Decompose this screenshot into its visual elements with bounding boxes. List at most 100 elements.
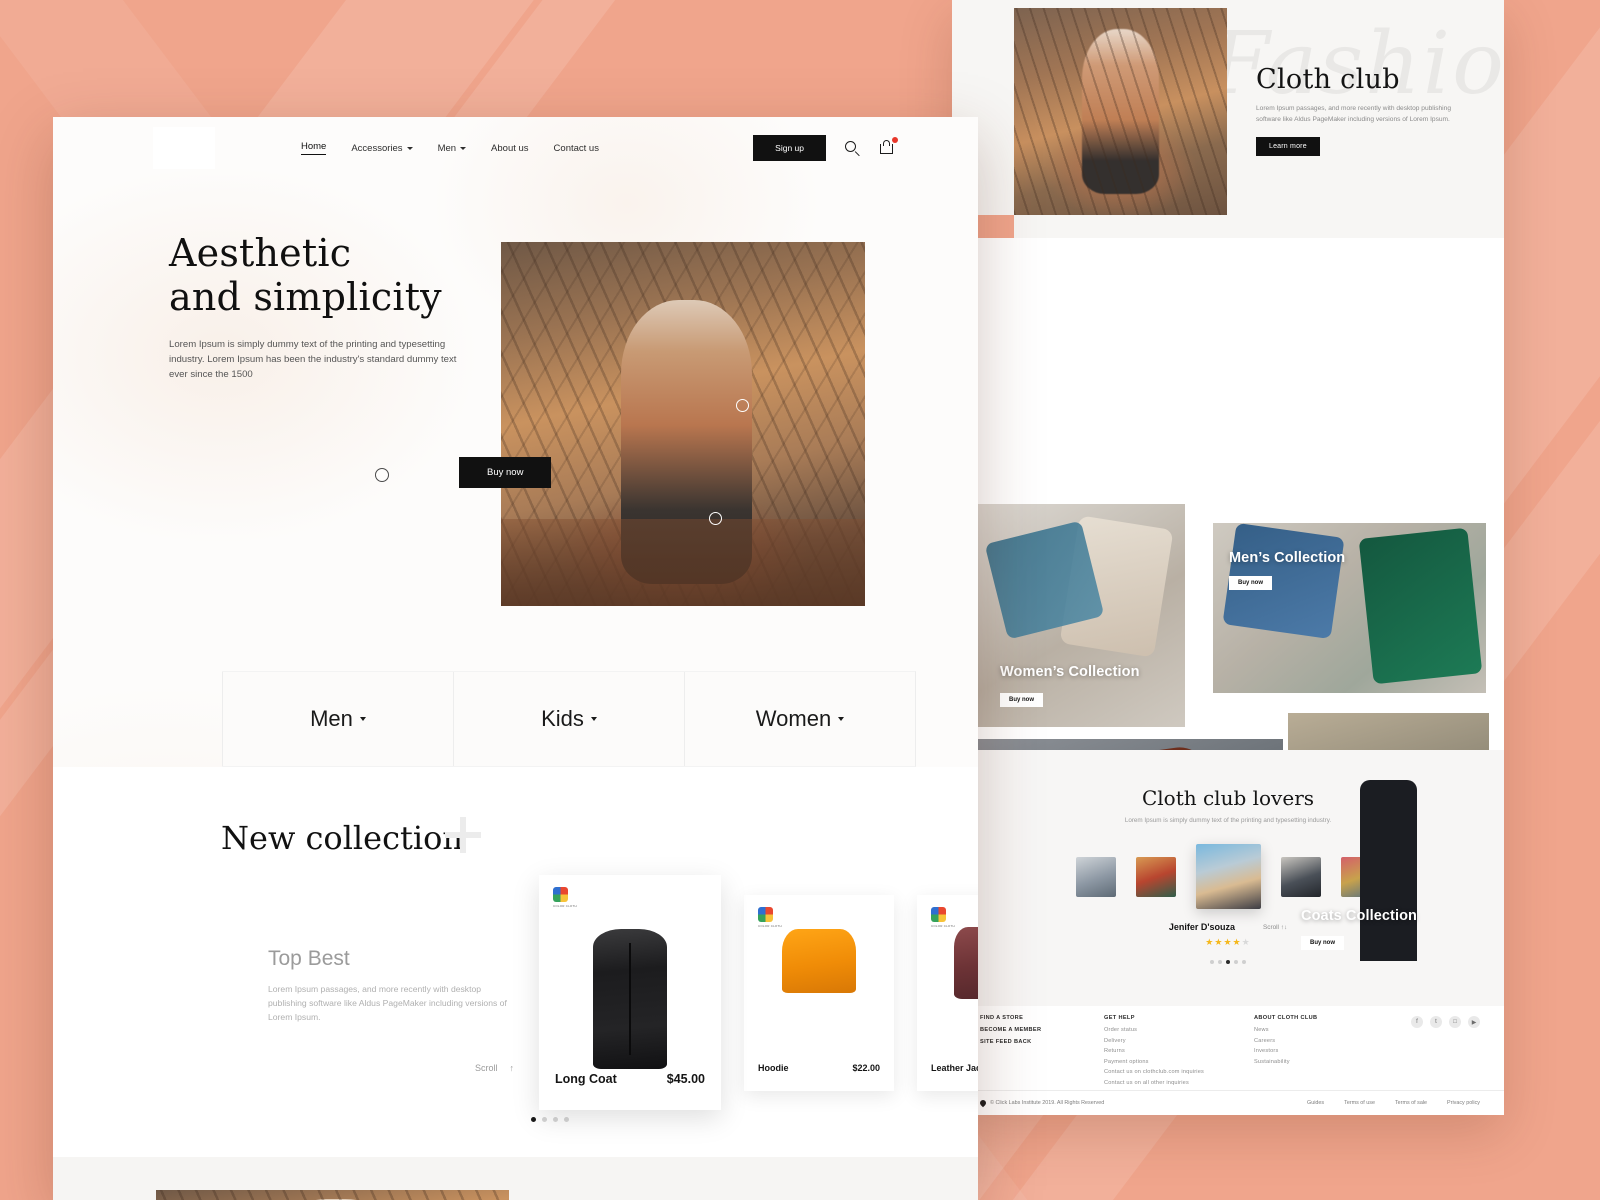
footer-link[interactable]: Sustainability: [1254, 1059, 1404, 1065]
search-icon[interactable]: [844, 140, 861, 157]
footer-link[interactable]: Delivery: [1104, 1038, 1254, 1044]
footer-heading: GET HELP: [1104, 1015, 1135, 1021]
avatar[interactable]: [1135, 856, 1176, 897]
facebook-icon[interactable]: f: [1411, 1016, 1423, 1028]
product-meta: Leather Jacket $4: [917, 1063, 978, 1091]
navbar-actions: Sign up: [753, 135, 898, 161]
product-meta: Hoodie $22.00: [744, 1063, 894, 1091]
nav-item-about-us[interactable]: About us: [491, 143, 529, 154]
hero-hotspot-marker[interactable]: [709, 512, 722, 525]
avatar-active[interactable]: [1195, 844, 1261, 909]
testimonials-title: Cloth club lovers: [1141, 786, 1315, 810]
collection-buy-now-button[interactable]: Buy now: [1229, 576, 1272, 590]
product-scroll-hint[interactable]: Scroll ↑: [475, 1063, 514, 1073]
chevron-down-icon: [460, 146, 467, 150]
chevron-down-icon: [838, 717, 845, 721]
cart-badge: [892, 136, 898, 143]
footer-link[interactable]: Careers: [1254, 1038, 1404, 1044]
legal-link-terms-of-sale[interactable]: Terms of sale: [1395, 1100, 1427, 1106]
nav-item-label: Accessories: [351, 142, 403, 154]
product-image-hoodie: [782, 929, 856, 993]
footer-link[interactable]: Order status: [1104, 1027, 1254, 1033]
carousel-dot[interactable]: [553, 1117, 558, 1122]
nav-item-accessories[interactable]: Accessories: [351, 142, 413, 154]
testimonial-scroll-hint[interactable]: Scroll ↑↓: [1263, 924, 1287, 931]
product-brand: COLOR CLOTH: [758, 907, 794, 928]
sign-up-button[interactable]: Sign up: [753, 135, 826, 161]
star-empty-icon: ★: [1241, 937, 1251, 947]
collection-card-womens[interactable]: Women’s Collection Buy now: [978, 504, 1185, 727]
testimonial-pagination-dots[interactable]: [952, 960, 1504, 964]
collection-card-label: Men’s Collection: [1229, 550, 1346, 566]
footer-heading: ABOUT CLOTH CLUB: [1254, 1015, 1318, 1021]
category-tab-label: Kids: [541, 706, 584, 731]
footer-link[interactable]: News: [1254, 1027, 1404, 1033]
right-hero-section: Fashion Cloth club Lorem Ipsum passages,…: [952, 0, 1504, 238]
hero-copy: Aesthetic and simplicity Lorem Ipsum is …: [169, 231, 469, 383]
youtube-icon[interactable]: ▶: [1468, 1016, 1480, 1028]
right-hero-image: [1014, 8, 1227, 215]
hero-section: Aesthetic and simplicity Lorem Ipsum is …: [53, 179, 978, 606]
product-card[interactable]: COLOR CLOTH Long Coat $45.00: [539, 875, 721, 1110]
nav-item-label: About us: [491, 142, 529, 154]
footer-link[interactable]: SITE FEED BACK: [980, 1039, 1104, 1045]
carousel-dot[interactable]: [1226, 960, 1230, 964]
copyright-text: © Click Labs Institute 2019. All Rights …: [990, 1100, 1105, 1106]
carousel-dot[interactable]: [542, 1117, 547, 1122]
carousel-dot[interactable]: [1242, 960, 1246, 964]
instagram-icon[interactable]: □: [1449, 1016, 1461, 1028]
bottom-section-image: [156, 1190, 509, 1200]
chevron-down-icon: [406, 146, 413, 150]
footer-column-about: ABOUT CLOTH CLUB News Careers Investors …: [1254, 1015, 1404, 1090]
top-best-heading: Top Best: [268, 947, 350, 970]
collection-card-label: Coats Collection: [1301, 908, 1417, 924]
carousel-dot[interactable]: [531, 1117, 536, 1122]
legal-link-guides[interactable]: Guides: [1307, 1100, 1324, 1106]
navbar: Home Accessories Men About us Contact us…: [53, 117, 978, 179]
category-tab-men[interactable]: Men: [222, 672, 453, 766]
testimonials-subtitle: Lorem Ipsum is simply dummy text of the …: [1124, 817, 1332, 824]
cart-icon[interactable]: [879, 136, 898, 157]
category-tab-kids[interactable]: Kids: [453, 672, 684, 766]
brand-name: COLOR CLOTH: [931, 924, 955, 928]
nav-item-contact-us[interactable]: Contact us: [554, 143, 599, 154]
footer-link[interactable]: Returns: [1104, 1048, 1254, 1054]
product-carousel-dots[interactable]: [531, 1117, 569, 1122]
carousel-dot[interactable]: [1234, 960, 1238, 964]
hero-hotspot-marker[interactable]: [736, 399, 749, 412]
legal-link-privacy-policy[interactable]: Privacy policy: [1447, 1100, 1480, 1106]
product-card[interactable]: COLOR CLOTH Hoodie $22.00: [744, 895, 894, 1091]
legal-link-terms-of-use[interactable]: Terms of use: [1344, 1100, 1375, 1106]
testimonials-section: Cloth club lovers Lorem Ipsum is simply …: [952, 750, 1504, 1006]
category-tab-women[interactable]: Women: [684, 672, 915, 766]
nav-item-men[interactable]: Men: [438, 143, 467, 154]
collection-card-mens[interactable]: Men’s Collection Buy now: [1213, 523, 1486, 693]
logo[interactable]: [153, 127, 215, 169]
carousel-dot[interactable]: [1218, 960, 1222, 964]
footer-link[interactable]: Contact us on all other inquiries: [1104, 1080, 1254, 1086]
hero-image: [501, 242, 865, 606]
social-icon-list: f t □ ▶: [1411, 1016, 1480, 1028]
footer-link[interactable]: Contact us on clothclub.com inquiries: [1104, 1069, 1254, 1075]
twitter-icon[interactable]: t: [1430, 1016, 1442, 1028]
avatar[interactable]: [1075, 856, 1116, 897]
star-rating: ★★★★★: [952, 937, 1504, 948]
learn-more-button[interactable]: Learn more: [1256, 136, 1320, 156]
avatar[interactable]: [1280, 856, 1321, 897]
footer-link[interactable]: BECOME A MEMBER: [980, 1027, 1104, 1033]
collection-buy-now-button[interactable]: Buy now: [1301, 936, 1344, 950]
top-best-block: Top Best Lorem Ipsum passages, and more …: [268, 947, 518, 1024]
carousel-dot[interactable]: [1210, 960, 1214, 964]
footer-link[interactable]: Investors: [1254, 1048, 1404, 1054]
hero-paragraph: Lorem Ipsum is simply dummy text of the …: [169, 339, 457, 381]
collection-buy-now-button[interactable]: Buy now: [1000, 693, 1043, 707]
product-card[interactable]: COLOR CLOTH Leather Jacket $4: [917, 895, 978, 1091]
nav-item-home[interactable]: Home: [301, 141, 327, 155]
testimonial-meta-row: Jenifer D'souza Scroll ↑↓: [952, 922, 1504, 932]
product-meta: Long Coat $45.00: [539, 1072, 721, 1110]
buy-now-button[interactable]: Buy now: [459, 457, 552, 488]
product-name: Long Coat: [555, 1072, 617, 1086]
scroll-label: Scroll: [475, 1063, 498, 1073]
carousel-dot[interactable]: [564, 1117, 569, 1122]
footer-link[interactable]: Payment options: [1104, 1059, 1254, 1065]
